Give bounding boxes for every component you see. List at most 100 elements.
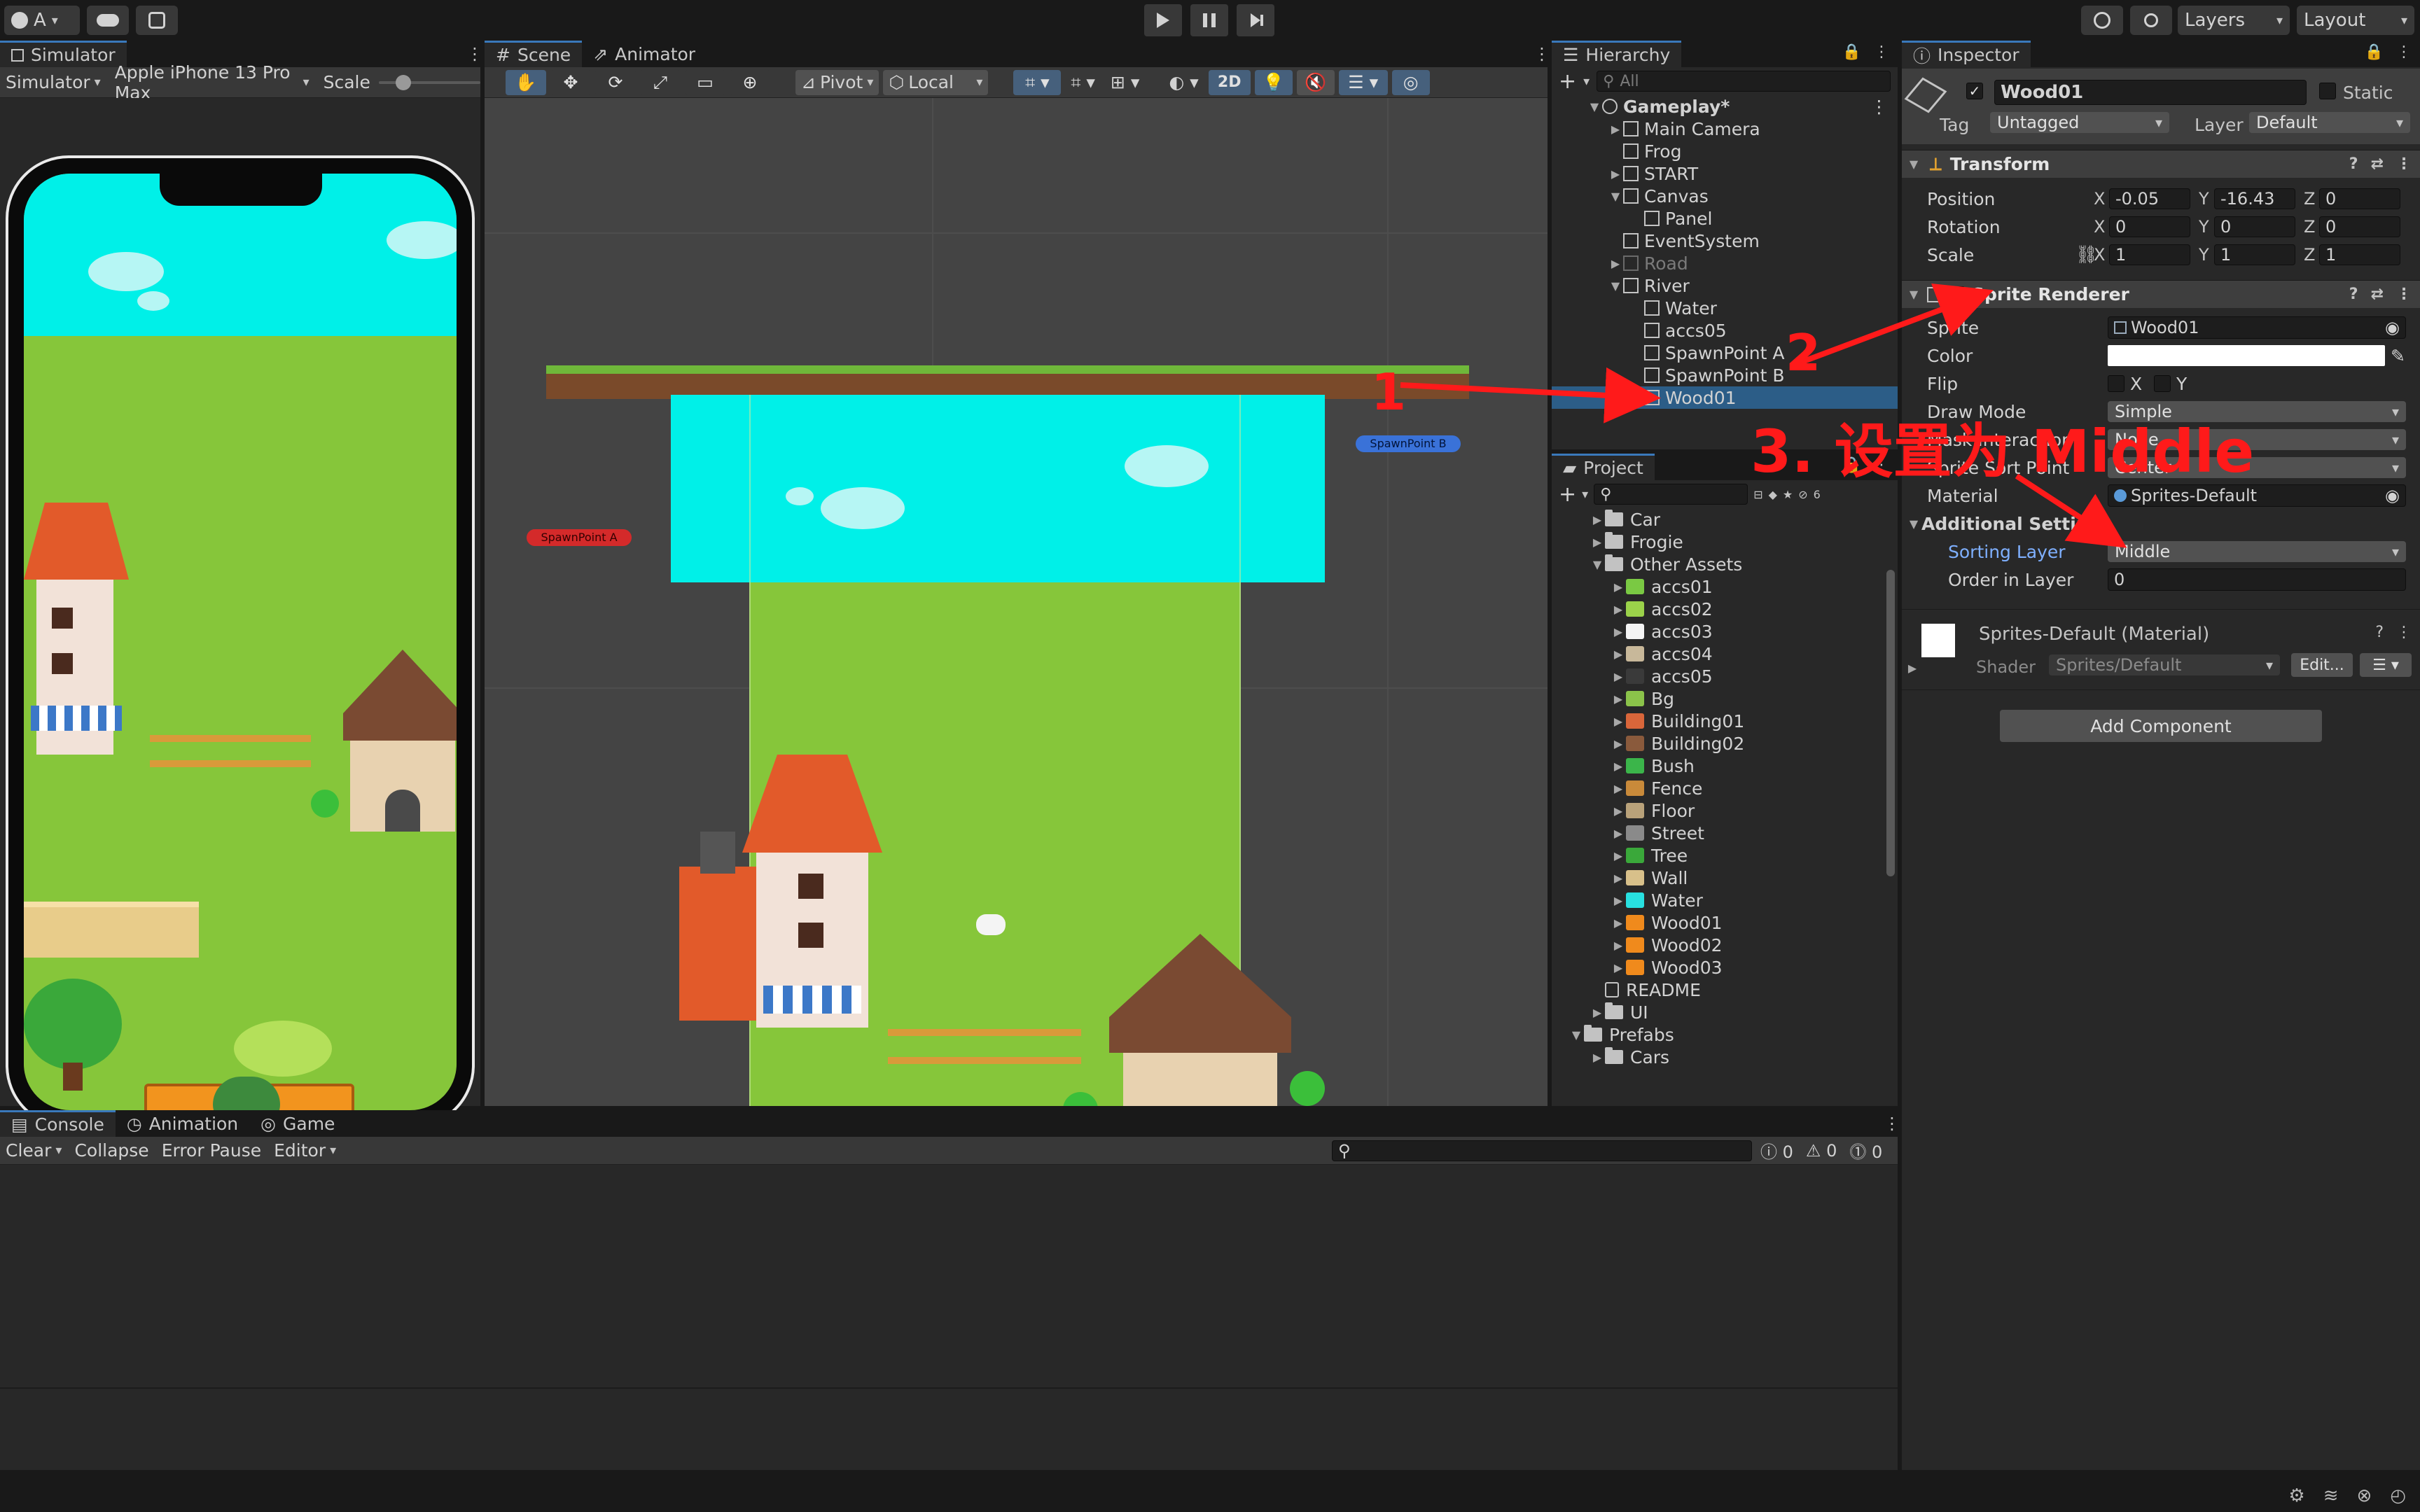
slider-thumb[interactable] bbox=[395, 74, 411, 90]
project-item[interactable]: ▶ Wall bbox=[1552, 867, 1884, 889]
project-item[interactable]: ▼ Other Assets bbox=[1552, 553, 1884, 575]
project-item[interactable]: ▶ accs04 bbox=[1552, 643, 1884, 665]
project-item[interactable]: README bbox=[1552, 979, 1884, 1001]
tab-inspector[interactable]: ⓘ Inspector bbox=[1902, 41, 2031, 67]
hierarchy-item[interactable]: accs05 bbox=[1552, 319, 1898, 342]
project-item[interactable]: ▶ Wood02 bbox=[1552, 934, 1884, 956]
info-toggle[interactable]: ⓘ 0 bbox=[1760, 1138, 1793, 1163]
account-button[interactable]: A ▾ bbox=[4, 6, 80, 35]
project-scrollbar[interactable] bbox=[1886, 570, 1895, 876]
project-item[interactable]: ▶ Fence bbox=[1552, 777, 1884, 799]
eyedropper-icon[interactable]: ✎ bbox=[2391, 346, 2405, 366]
cloud-button[interactable] bbox=[87, 6, 129, 35]
project-item[interactable]: ▶ Bg bbox=[1552, 687, 1884, 710]
draw-mode-dropdown[interactable]: ◐ ▾ bbox=[1163, 70, 1204, 95]
play-button[interactable] bbox=[1144, 4, 1182, 36]
flip-y-checkbox[interactable] bbox=[2154, 375, 2171, 392]
static-checkbox[interactable] bbox=[2319, 83, 2336, 99]
local-dropdown[interactable]: ⬡ Local ▾ bbox=[883, 69, 989, 95]
preset-icon[interactable]: ⇄ bbox=[2371, 155, 2384, 173]
hierarchy-item[interactable]: ▼ River bbox=[1552, 274, 1898, 297]
order-in-layer-input[interactable]: 0 bbox=[2108, 568, 2406, 591]
hierarchy-item[interactable]: SpawnPoint A bbox=[1552, 342, 1898, 364]
layer-dropdown[interactable]: Default bbox=[2249, 112, 2410, 133]
more-options-icon[interactable]: ⋮ bbox=[2396, 286, 2412, 303]
grid-toggle[interactable]: ⌗ ▾ bbox=[1065, 70, 1101, 95]
sorting-layer-dropdown[interactable]: Middle bbox=[2108, 541, 2406, 562]
sprite-renderer-header[interactable]: ▼ ✓ Sprite Renderer ? ⇄ ⋮ bbox=[1902, 280, 2420, 308]
project-item[interactable]: ▶ Bush bbox=[1552, 755, 1884, 777]
more-options-icon[interactable]: ⋮ bbox=[2396, 43, 2412, 61]
project-item[interactable]: ▶ Street bbox=[1552, 822, 1884, 844]
tab-simulator[interactable]: Simulator bbox=[0, 41, 127, 67]
console-search-input[interactable]: ⚲ bbox=[1332, 1140, 1752, 1161]
expand-icon[interactable]: ▶ bbox=[1905, 662, 1920, 675]
more-options-icon[interactable]: ⋮ bbox=[1534, 45, 1550, 63]
axis-z-label[interactable]: Z bbox=[2304, 217, 2315, 237]
hierarchy-item[interactable]: Panel bbox=[1552, 207, 1898, 230]
pivot-dropdown[interactable]: ⊿ Pivot ▾ bbox=[795, 69, 879, 95]
rect-tool-button[interactable]: ▭ bbox=[685, 69, 725, 95]
project-item[interactable]: ▶ Tree bbox=[1552, 844, 1884, 867]
2d-toggle-button[interactable]: 2D bbox=[1208, 69, 1251, 95]
light-gizmo-icon[interactable] bbox=[976, 914, 1006, 935]
expand-icon[interactable]: ▶ bbox=[1590, 1006, 1605, 1019]
hierarchy-item[interactable]: ▼ Gameplay* ⋮ bbox=[1552, 95, 1898, 118]
hierarchy-item[interactable]: EventSystem bbox=[1552, 230, 1898, 252]
transform-header[interactable]: ▼ ⟂ Transform ? ⇄ ⋮ bbox=[1902, 150, 2420, 178]
debug-icon[interactable]: ⊗ bbox=[2357, 1485, 2372, 1506]
more-options-icon[interactable]: ⋮ bbox=[2396, 624, 2412, 641]
project-item[interactable]: ▶ Wood03 bbox=[1552, 956, 1884, 979]
device-dropdown[interactable]: Apple iPhone 13 Pro Max ▾ bbox=[109, 62, 315, 103]
rotation-z-input[interactable]: 0 bbox=[2319, 216, 2400, 237]
simulator-mode-dropdown[interactable]: Simulator ▾ bbox=[0, 70, 106, 95]
shader-dropdown[interactable]: Sprites/Default bbox=[2049, 654, 2280, 676]
scale-y-input[interactable]: 1 bbox=[2214, 244, 2295, 265]
tag-dropdown[interactable]: Untagged bbox=[1990, 112, 2169, 133]
axis-x-label[interactable]: X bbox=[2094, 189, 2105, 209]
object-picker-icon[interactable]: ◉ bbox=[2385, 318, 2400, 337]
sprite-renderer-enabled-checkbox[interactable]: ✓ bbox=[1948, 286, 1965, 303]
clear-button[interactable]: Clear ▾ bbox=[0, 1138, 67, 1163]
axis-z-label[interactable]: Z bbox=[2304, 245, 2315, 265]
layers-status-icon[interactable]: ≋ bbox=[2323, 1485, 2339, 1506]
chevron-down-icon[interactable]: ▾ bbox=[1582, 487, 1588, 502]
axis-z-label[interactable]: Z bbox=[2304, 189, 2315, 209]
warning-toggle[interactable]: ⚠ 0 bbox=[1806, 1141, 1837, 1161]
project-item[interactable]: ▶ Wood01 bbox=[1552, 911, 1884, 934]
tab-scene[interactable]: # Scene bbox=[485, 41, 583, 67]
hierarchy-item[interactable]: ▼ Canvas bbox=[1552, 185, 1898, 207]
expand-icon[interactable]: ▶ bbox=[1590, 513, 1605, 526]
position-y-input[interactable]: -16.43 bbox=[2214, 188, 2295, 209]
project-item[interactable]: ▶ accs01 bbox=[1552, 575, 1884, 598]
layout-dropdown[interactable]: Layout ▾ bbox=[2297, 6, 2414, 35]
hierarchy-item[interactable]: ▶ START bbox=[1552, 162, 1898, 185]
console-log-area[interactable] bbox=[0, 1165, 1898, 1389]
hierarchy-item[interactable]: Frog bbox=[1552, 140, 1898, 162]
project-item[interactable]: ▶ UI bbox=[1552, 1001, 1884, 1023]
expand-icon[interactable]: ▼ bbox=[1608, 190, 1623, 203]
phone-screen[interactable] bbox=[24, 174, 457, 1110]
expand-icon[interactable]: ▼ bbox=[1608, 279, 1623, 293]
audio-toggle[interactable]: 🔇 bbox=[1296, 69, 1335, 95]
more-options-icon[interactable]: ⋮ bbox=[1884, 1114, 1900, 1133]
expand-icon[interactable]: ▶ bbox=[1608, 122, 1623, 136]
help-icon[interactable]: ? bbox=[2349, 286, 2358, 303]
project-item[interactable]: ▶ Car bbox=[1552, 508, 1884, 531]
project-search-input[interactable]: ⚲ bbox=[1594, 484, 1748, 505]
scale-x-input[interactable]: 1 bbox=[2109, 244, 2190, 265]
expand-icon[interactable]: ▼ bbox=[1590, 558, 1605, 571]
more-options-icon[interactable]: ⋮ bbox=[1874, 43, 1889, 61]
expand-icon[interactable]: ▼ bbox=[1569, 1028, 1584, 1042]
project-item[interactable]: ▶ accs05 bbox=[1552, 665, 1884, 687]
tab-project[interactable]: ▰ Project bbox=[1552, 454, 1655, 480]
project-item[interactable]: ▶ accs02 bbox=[1552, 598, 1884, 620]
lock-icon[interactable]: 🔒 bbox=[1842, 43, 1861, 61]
tab-hierarchy[interactable]: ☰ Hierarchy bbox=[1552, 41, 1682, 67]
more-options-icon[interactable]: ⋮ bbox=[1870, 97, 1888, 117]
project-item[interactable]: ▶ accs03 bbox=[1552, 620, 1884, 643]
transform-tool-button[interactable]: ⊕ bbox=[730, 69, 770, 95]
expand-icon[interactable]: ▼ bbox=[1587, 100, 1602, 113]
error-pause-toggle[interactable]: Error Pause bbox=[156, 1138, 267, 1163]
help-icon[interactable]: ? bbox=[2375, 624, 2384, 641]
